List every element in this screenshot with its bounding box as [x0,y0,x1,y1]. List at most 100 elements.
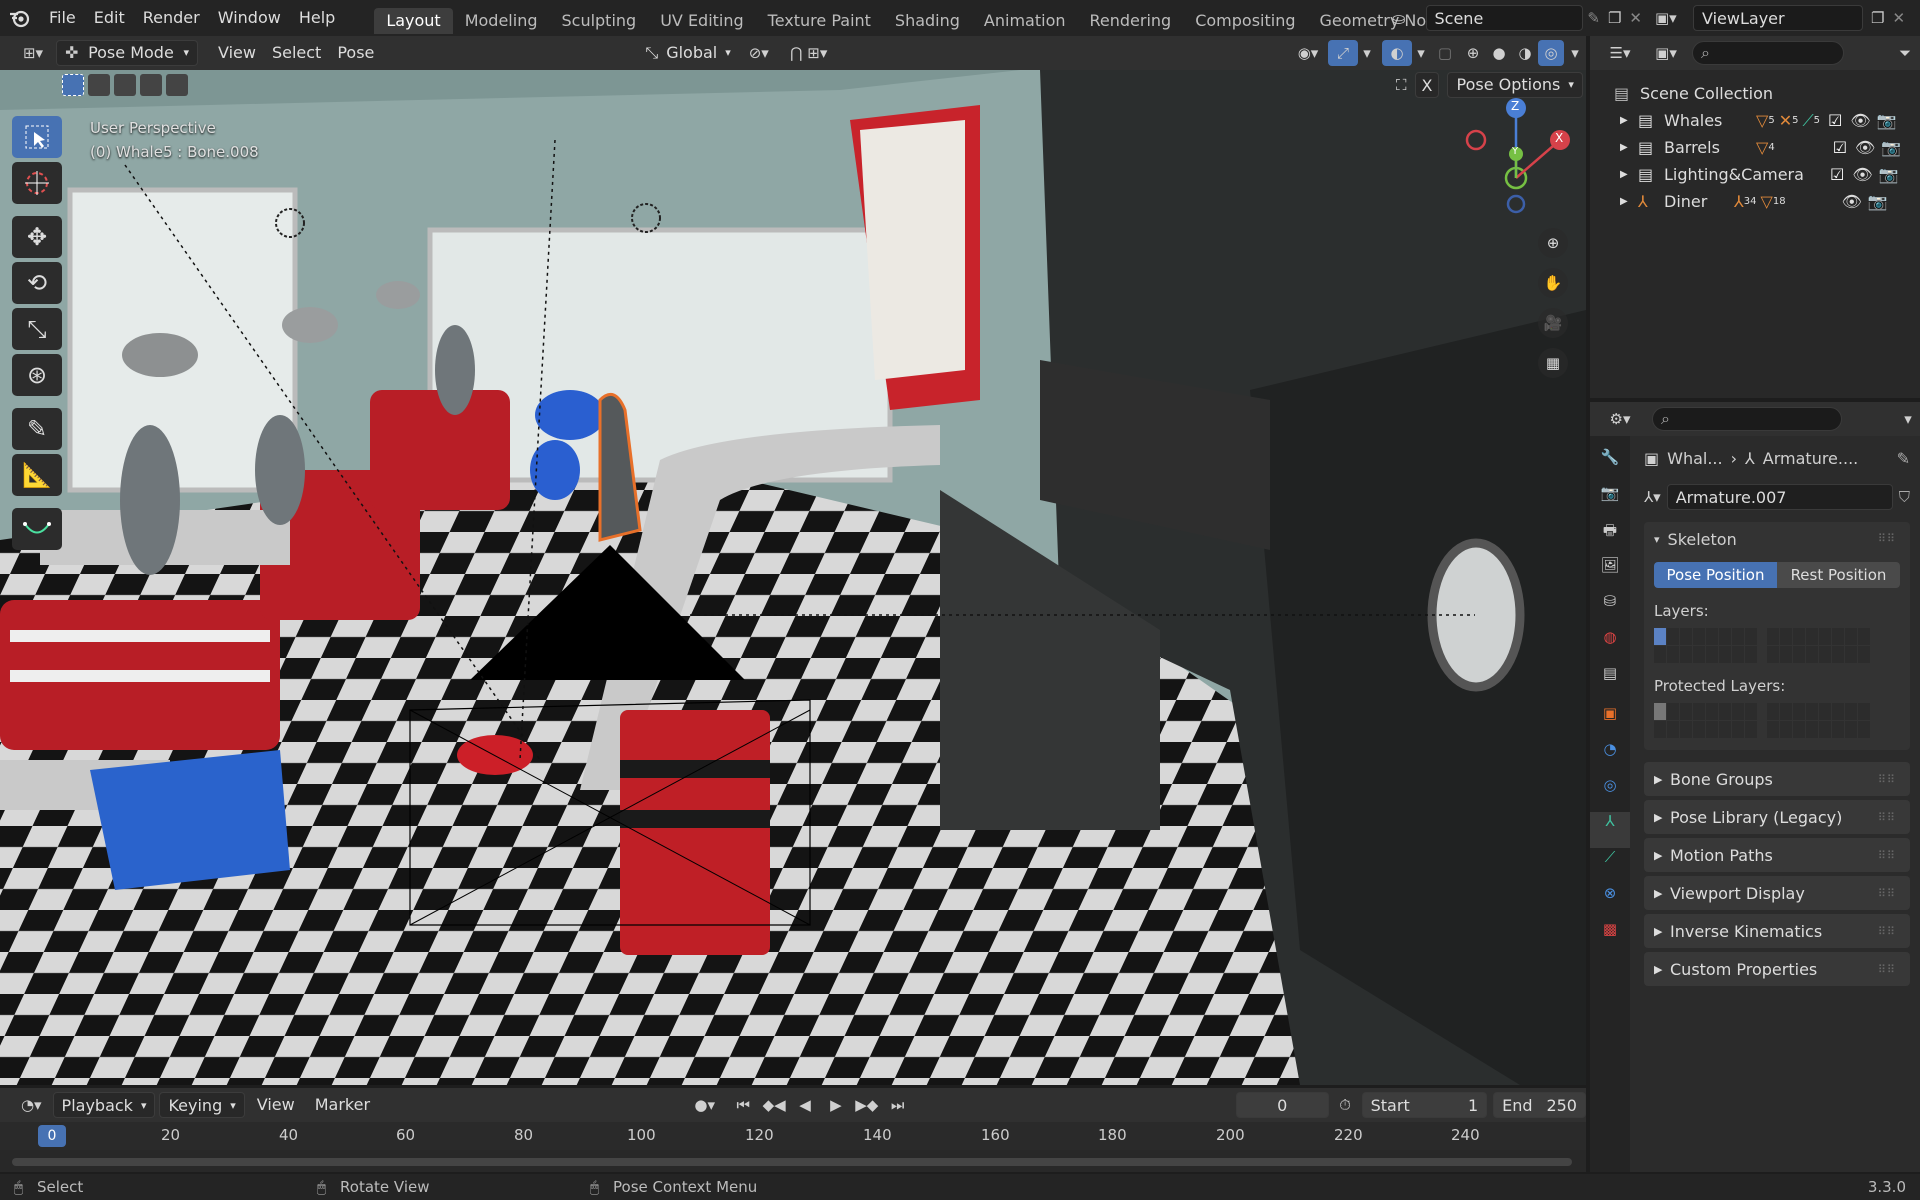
expand-arrow-icon[interactable]: ▶ [1620,196,1638,207]
tab-layout[interactable]: Layout [374,7,453,34]
menu-select[interactable]: Select [264,40,329,66]
blender-logo-icon[interactable] [0,8,40,28]
menu-view[interactable]: View [210,40,264,66]
camera-icon[interactable]: 📷 [1879,165,1899,184]
gizmo-dropdown-icon[interactable]: ▾ [1358,40,1376,66]
physics-tab-icon[interactable]: ◎ [1590,776,1630,812]
bone-constraint-tab-icon[interactable]: ⊗ [1590,884,1630,920]
frame-indicator[interactable]: 0 [38,1125,66,1147]
transform-tool[interactable]: ⊛ [12,354,62,396]
start-frame-field[interactable]: Start 1 [1361,1092,1488,1118]
select-invert-icon[interactable] [140,74,162,96]
select-intersect-icon[interactable] [166,74,188,96]
solid-shading-icon[interactable]: ● [1486,40,1512,66]
camera-view-icon[interactable]: 🎥 [1538,308,1568,338]
drag-grip-icon[interactable]: ⠿⠿ [1878,887,1896,900]
select-subtract-icon[interactable] [114,74,136,96]
outliner-item-diner[interactable]: ▶ ⅄ Diner ⅄ 34 ▽ 18 👁 📷 [1590,188,1920,215]
expand-arrow-icon[interactable]: ▶ [1620,142,1638,153]
stopwatch-icon[interactable]: ⏱ [1333,1092,1358,1118]
armature-name-field[interactable]: Armature.007 [1666,484,1893,510]
shading-dropdown-icon[interactable]: ▾ [1564,40,1586,66]
keying-menu[interactable]: Keying ▾ [159,1092,245,1118]
play-icon[interactable]: ▶ [822,1092,849,1118]
pan-hand-icon[interactable]: ✋ [1538,268,1568,298]
new-viewlayer-icon[interactable]: ❐ [1871,9,1884,27]
properties-editor-type-icon[interactable]: ⚙▾ [1600,406,1640,432]
expand-arrow-icon[interactable]: ▶ [1620,115,1638,126]
timeline-ruler[interactable]: 0 20 40 60 80 100 120 140 160 180 200 22… [0,1122,1586,1150]
timeline-marker-menu[interactable]: Marker [307,1092,378,1118]
snap-icon[interactable]: ⋂ ⊞▾ [779,40,839,66]
scene-tab-icon[interactable]: ⛁ [1590,592,1630,628]
jump-prev-keyframe-icon[interactable]: ◆◀ [761,1092,788,1118]
layers-grid[interactable] [1654,628,1900,663]
eye-icon[interactable]: 👁 [1850,111,1870,130]
end-frame-field[interactable]: End 250 [1493,1092,1586,1118]
outliner-item-barrels[interactable]: ▶ ▤ Barrels ▽ 4 ☑ 👁 📷 [1590,134,1920,161]
ortho-grid-icon[interactable]: ▦ [1538,348,1568,378]
collection-tab-icon[interactable]: ▤ [1590,664,1630,704]
display-mode-icon[interactable]: ▣▾ [1646,40,1686,66]
jump-next-keyframe-icon[interactable]: ▶◆ [853,1092,880,1118]
pose-position-button[interactable]: Pose Position [1654,562,1777,588]
eye-icon[interactable]: 👁 [1852,165,1872,184]
tab-texture-paint[interactable]: Texture Paint [756,8,883,34]
tab-rendering[interactable]: Rendering [1078,8,1184,34]
material-shading-icon[interactable]: ◑ [1512,40,1538,66]
output-tab-icon[interactable]: 🖶 [1590,520,1630,556]
timeline-view-menu[interactable]: View [249,1092,303,1118]
rotate-tool[interactable]: ⟲ [12,262,62,304]
select-box-tool[interactable] [12,116,62,158]
outliner-item-lighting-camera[interactable]: ▶ ▤ Lighting&Camera ☑ 👁 📷 [1590,161,1920,188]
checkbox-icon[interactable]: ☑ [1833,138,1847,157]
scale-tool[interactable]: ⤡ [12,308,62,350]
play-reverse-icon[interactable]: ◀ [792,1092,819,1118]
mode-selector[interactable]: ✜ Pose Mode ▾ [56,40,198,66]
menu-window[interactable]: Window [209,0,290,36]
eye-icon[interactable]: 👁 [1842,192,1862,211]
outliner-item-whales[interactable]: ▶ ▤ Whales ▽ 5 ✕ 5 ⟋ 5 ☑ 👁 📷 [1590,107,1920,134]
tool-settings-icon[interactable]: ⛶ [1396,76,1407,94]
navigation-gizmo[interactable]: Z X Y [1460,96,1580,216]
tab-sculpting[interactable]: Sculpting [549,8,648,34]
editor-type-icon[interactable]: ⊞▾ [10,40,56,66]
xray-icon[interactable]: ▢ [1430,40,1460,66]
menu-edit[interactable]: Edit [85,0,134,36]
jump-start-icon[interactable]: ⏮ [730,1092,757,1118]
menu-help[interactable]: Help [290,0,344,36]
panel-pose-library[interactable]: ▶ Pose Library (Legacy) ⠿⠿ [1644,800,1910,834]
menu-pose[interactable]: Pose [329,40,382,66]
tab-animation[interactable]: Animation [972,8,1078,34]
wireframe-shading-icon[interactable]: ⊕ [1460,40,1486,66]
select-extend-icon[interactable] [88,74,110,96]
drag-grip-icon[interactable]: ⠿⠿ [1878,811,1896,824]
select-mode-buttons[interactable] [62,74,188,96]
armature-data-tab-icon[interactable]: ⅄ [1590,812,1630,848]
eye-icon[interactable]: 👁 [1855,138,1875,157]
drag-grip-icon[interactable]: ⠿⠿ [1878,963,1896,976]
viewport-3d[interactable]: User Perspective (0) Whale5 : Bone.008 ⛶… [0,70,1586,1085]
bone-tab-icon[interactable]: ⟋ [1590,848,1630,884]
cursor-tool[interactable] [12,162,62,204]
protected-layers-grid[interactable] [1654,703,1900,738]
texture-tab-icon[interactable]: ▩ [1590,920,1630,956]
world-tab-icon[interactable]: ◍ [1590,628,1630,664]
render-tab-icon[interactable]: 📷 [1590,484,1630,520]
drag-grip-icon[interactable]: ⠿⠿ [1878,532,1896,545]
overlay-toggle-icon[interactable]: ◐ [1382,40,1412,66]
drag-grip-icon[interactable]: ⠿⠿ [1878,773,1896,786]
tab-modeling[interactable]: Modeling [453,8,550,34]
jump-end-icon[interactable]: ⏭ [884,1092,911,1118]
drag-grip-icon[interactable]: ⠿⠿ [1878,925,1896,938]
relax-pose-tool[interactable] [12,508,62,550]
viewlayer-selector[interactable]: ▣▾ ViewLayer ❐ ✕ [1655,4,1915,32]
pose-options-button[interactable]: Pose Options ▾ [1447,72,1583,98]
panel-motion-paths[interactable]: ▶ Motion Paths ⠿⠿ [1644,838,1910,872]
overlay-close-button[interactable]: X [1414,72,1440,98]
close-scene-icon[interactable]: ✕ [1629,9,1642,27]
armature-browse-icon[interactable]: ⅄▾ [1644,488,1661,506]
pivot-icon[interactable]: ⊘▾ [739,40,779,66]
checkbox-icon[interactable]: ☑ [1830,165,1844,184]
tab-shading[interactable]: Shading [883,8,972,34]
